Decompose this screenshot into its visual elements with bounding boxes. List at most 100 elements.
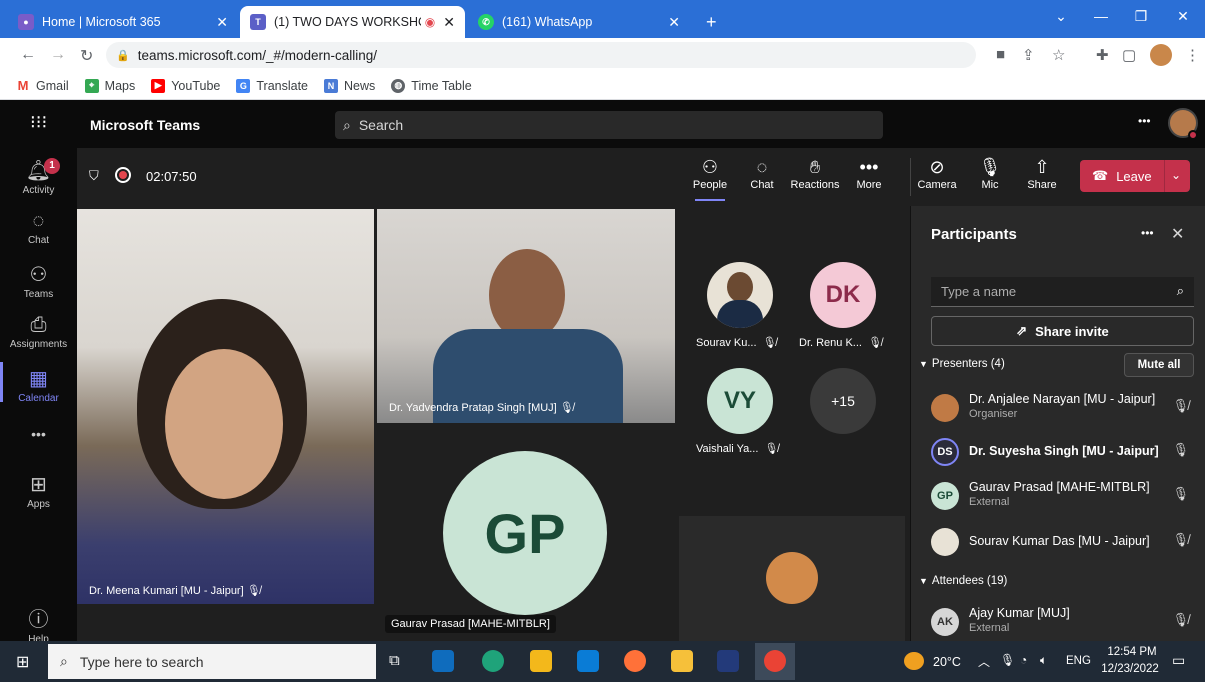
bookmark-time-table[interactable]: ◍ Time Table	[391, 78, 472, 93]
rail-item-assignments[interactable]: ⎙ Assignments	[0, 314, 77, 350]
rail-item-activity[interactable]: 🔔︎ Activity 1	[0, 158, 77, 196]
participant-row[interactable]: Dr. Anjalee Narayan [MU - Jaipur] Organi…	[927, 390, 1197, 430]
overflow-participants-button[interactable]: +15	[810, 368, 876, 434]
bookmark-maps[interactable]: ⌖ Maps	[84, 78, 135, 93]
new-tab-button[interactable]: +	[696, 6, 726, 38]
temperature[interactable]: 20°C	[933, 655, 961, 669]
clock-date[interactable]: 12/23/2022	[1098, 663, 1162, 675]
bookmark-youtube[interactable]: ▶ YouTube	[151, 78, 220, 93]
more-button[interactable]: ••• More	[844, 157, 894, 191]
rail-item-teams[interactable]: ⚇ Teams	[0, 262, 77, 300]
mic-muted-icon: 🎙︎̸	[246, 585, 261, 597]
extensions-icon[interactable]: ✚	[1096, 46, 1109, 64]
people-button[interactable]: ⚇ People	[685, 157, 735, 201]
rail-item-apps[interactable]: ⊞ Apps	[0, 472, 77, 510]
video-tile-yadvendra[interactable]: Dr. Yadvendra Pratap Singh [MUJ] 🎙︎̸	[377, 209, 675, 423]
taskbar-search-input[interactable]: ⌕ Type here to search	[48, 644, 376, 679]
side-panel-icon[interactable]: ▢	[1122, 46, 1136, 64]
forward-icon[interactable]: →	[50, 46, 66, 64]
leave-label: Leave	[1116, 168, 1152, 184]
rail-item-help[interactable]: ⓘ Help	[0, 603, 77, 645]
tab-home-microsoft-365[interactable]: ● Home | Microsoft 365 ✕	[8, 6, 238, 38]
clock-time[interactable]: 12:54 PM	[1103, 646, 1161, 658]
bookmark-news[interactable]: N News	[324, 78, 375, 93]
chat-button[interactable]: ◌ Chat	[737, 157, 787, 191]
back-icon[interactable]: ←	[20, 46, 36, 64]
camera-in-use-icon[interactable]: ■	[996, 46, 1005, 63]
close-tab-icon[interactable]: ✕	[668, 14, 680, 31]
participant-row[interactable]: AK Ajay Kumar [MUJ] External 🎙︎̸	[927, 604, 1197, 644]
close-tab-icon[interactable]: ✕	[216, 14, 228, 31]
share-page-icon[interactable]: ⇪	[1022, 46, 1035, 64]
chrome-icon[interactable]	[764, 650, 786, 672]
share-button[interactable]: ⇧ Share	[1017, 157, 1067, 191]
camera-button[interactable]: ⊘ Camera	[912, 157, 962, 191]
tab-search-icon[interactable]: ⌄	[1046, 8, 1076, 25]
outlook-icon[interactable]	[432, 650, 454, 672]
app-launcher-icon[interactable]: ⁝⁝⁝	[30, 112, 47, 133]
share-invite-button[interactable]: ⇗ Share invite	[931, 316, 1194, 346]
participant-row[interactable]: DS Dr. Suyesha Singh [MU - Jaipur] 🎙︎	[927, 434, 1197, 474]
rail-item-calendar[interactable]: ▦ Calendar	[0, 362, 77, 404]
reload-icon[interactable]: ↻	[80, 46, 93, 66]
meeting-timer: 02:07:50	[146, 169, 197, 184]
translate-icon: G	[236, 78, 251, 93]
tab-whatsapp[interactable]: ✆ (161) WhatsApp ✕	[468, 6, 690, 38]
rail-more-apps[interactable]: •••	[0, 426, 77, 442]
minimize-icon[interactable]: —	[1086, 8, 1116, 24]
close-window-icon[interactable]: ✕	[1168, 8, 1198, 25]
mute-all-button[interactable]: Mute all	[1124, 353, 1194, 377]
section-header: Attendees (19)	[931, 575, 1008, 587]
presenters-section-toggle[interactable]: ▼ Presenters (4)	[919, 358, 1005, 370]
mic-button[interactable]: 🎙︎ Mic	[965, 157, 1015, 191]
profile-avatar[interactable]	[1150, 44, 1172, 66]
rail-item-chat[interactable]: ◌ Chat	[0, 210, 77, 246]
leave-button[interactable]: ☎ Leave ⌄	[1080, 160, 1190, 192]
video-tile-meena[interactable]: Dr. Meena Kumari [MU - Jaipur] 🎙︎̸	[77, 209, 374, 604]
teams-icon: T	[250, 14, 266, 30]
self-view-tile[interactable]	[679, 516, 905, 641]
tab-two-days-workshop[interactable]: T (1) TWO DAYS WORKSHOP ◉ ✕	[240, 6, 465, 38]
panel-more-icon[interactable]: •••	[1141, 226, 1154, 240]
bookmark-star-icon[interactable]: ☆	[1052, 46, 1065, 64]
task-view-icon[interactable]: ⧉	[389, 652, 400, 669]
participant-avatar	[931, 528, 959, 556]
language-indicator[interactable]: ENG	[1066, 655, 1091, 667]
chevron-down-icon[interactable]: ⌄	[1171, 168, 1181, 182]
attendees-section-toggle[interactable]: ▼ Attendees (19)	[919, 575, 1007, 587]
address-bar[interactable]: 🔒 teams.microsoft.com/_#/modern-calling/	[106, 42, 976, 68]
rail-label: Teams	[23, 289, 54, 300]
globe-icon: ◍	[391, 78, 406, 93]
settings-more-icon[interactable]: •••	[1138, 114, 1151, 128]
bookmark-gmail[interactable]: M Gmail	[16, 78, 69, 93]
video-tile-gaurav[interactable]: GP Gaurav Prasad [MAHE-MITBLR]	[377, 427, 675, 641]
wifi-icon[interactable]: ◔	[1020, 653, 1027, 667]
section-header: Presenters (4)	[931, 358, 1005, 370]
reactions-button[interactable]: ✋︎ Reactions	[790, 157, 840, 191]
tray-chevron-icon[interactable]: ︿	[978, 653, 990, 670]
avatar-initials: GP	[484, 501, 566, 565]
bookmark-translate[interactable]: G Translate	[236, 78, 308, 93]
firefox-icon[interactable]	[624, 650, 646, 672]
close-tab-icon[interactable]: ✕	[443, 14, 455, 31]
url-text: teams.microsoft.com/_#/modern-calling/	[137, 47, 378, 63]
participant-row[interactable]: Sourav Kumar Das [MU - Jaipur] 🎙︎̸	[927, 524, 1197, 564]
close-panel-icon[interactable]: ✕	[1171, 224, 1184, 244]
webex-icon[interactable]	[717, 650, 739, 672]
file-explorer-icon[interactable]	[671, 650, 693, 672]
participant-row[interactable]: GP Gaurav Prasad [MAHE-MITBLR] External …	[927, 478, 1197, 518]
participant-search-input[interactable]: Type a name ⌕	[931, 277, 1194, 307]
search-input[interactable]: ⌕ Search	[335, 111, 883, 139]
notifications-icon[interactable]: ▭	[1172, 652, 1185, 669]
mail-icon[interactable]	[577, 650, 599, 672]
weather-icon[interactable]	[904, 652, 924, 670]
windows-start-icon[interactable]: ⊞	[16, 652, 29, 672]
edge-icon[interactable]	[482, 650, 504, 672]
mic-muted-icon: 🎙︎̸	[1172, 612, 1189, 627]
maximize-icon[interactable]: ❐	[1126, 8, 1156, 25]
store-icon[interactable]	[530, 650, 552, 672]
volume-icon[interactable]: 🔈︎	[1040, 653, 1047, 668]
bookmarks-bar: M Gmail ⌖ Maps ▶ YouTube G Translate N News ◍…	[0, 72, 1205, 100]
chrome-menu-icon[interactable]: ⋮	[1185, 46, 1200, 64]
meeting-control-bar: ⛉ 02:07:50 ⚇ People ◌ Chat ✋︎ Reactions …	[77, 148, 1205, 206]
